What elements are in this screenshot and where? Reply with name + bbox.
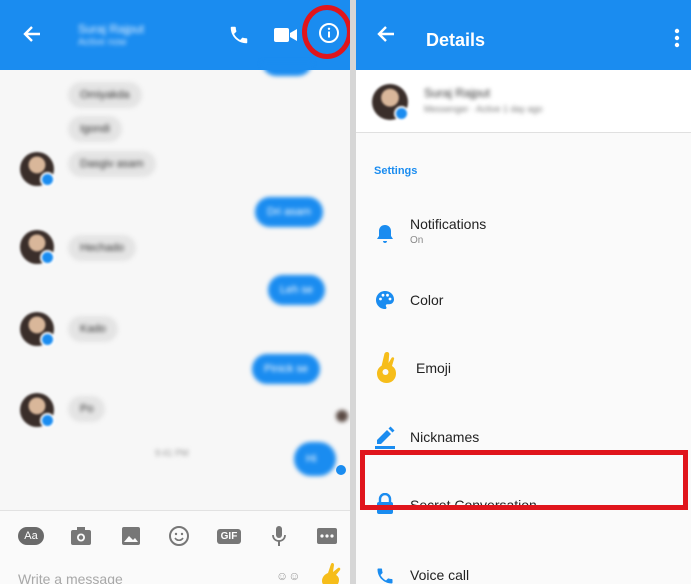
message-bubble: Pinick se — [252, 354, 321, 384]
message-bubble: Hi — [294, 442, 336, 476]
contact-avatar — [20, 230, 55, 265]
secret-conversation-highlight-box — [360, 450, 688, 510]
more-options-icon[interactable] — [314, 523, 340, 549]
message-bubble: Dri asam — [255, 197, 324, 227]
overflow-menu-icon[interactable] — [674, 28, 680, 53]
contact-avatar — [20, 393, 55, 428]
color-label: Color — [410, 292, 444, 308]
voice-call-row[interactable]: Voice call — [356, 545, 691, 584]
bell-icon — [372, 221, 398, 247]
emoji-label: Emoji — [416, 360, 452, 376]
pencil-icon — [372, 424, 398, 450]
message-bubble: Kado — [68, 316, 118, 342]
sticker-icon[interactable]: ☺☺ — [276, 569, 301, 583]
info-highlight-circle — [302, 5, 350, 59]
microphone-icon[interactable] — [266, 523, 292, 549]
conversation-app-bar: Suraj Rajput Active now — [0, 0, 350, 70]
delivered-indicator — [336, 465, 346, 475]
contact-name: Suraj Rajput — [78, 22, 145, 36]
contact-avatar — [20, 312, 55, 347]
profile-name: Suraj Rajput — [424, 86, 491, 100]
phone-icon — [372, 563, 398, 584]
message-bubble: Po — [68, 396, 106, 422]
message-bubble: Omiyakda — [68, 82, 142, 108]
details-app-bar: Details — [356, 0, 691, 70]
emoji-row[interactable]: Emoji — [356, 338, 691, 398]
ok-hand-icon — [372, 350, 402, 384]
message-bubble: Igondi — [68, 116, 122, 142]
contact-status: Active now — [78, 37, 127, 48]
voice-call-label: Voice call — [410, 567, 470, 583]
camera-icon[interactable] — [68, 523, 94, 549]
contact-title[interactable]: Suraj Rajput Active now — [78, 22, 144, 50]
profile-subtitle: Messenger · Active 1 day ago — [424, 104, 543, 114]
message-timestamp: 9:41 PM — [155, 448, 189, 458]
message-bubble: Dasgiv asam — [68, 151, 156, 177]
notifications-label: Notifications — [410, 216, 487, 232]
profile-avatar — [372, 84, 409, 121]
quick-emoji-button[interactable] — [318, 562, 344, 584]
emoji-icon[interactable] — [166, 523, 192, 549]
conversation-panel: Suraj Rajput Active now Omiyakda Igondi … — [0, 0, 350, 584]
notifications-row[interactable]: Notifications On — [356, 205, 691, 265]
back-arrow-icon[interactable] — [376, 24, 396, 49]
phone-icon[interactable] — [228, 24, 250, 51]
profile-header[interactable]: Suraj Rajput Messenger · Active 1 day ag… — [356, 70, 691, 133]
nicknames-label: Nicknames — [410, 429, 480, 445]
message-input[interactable]: Write a message — [18, 571, 123, 584]
details-panel: Details Suraj Rajput Messenger · Active … — [356, 0, 691, 584]
back-arrow-icon[interactable] — [22, 24, 42, 49]
notifications-status: On — [410, 235, 424, 246]
message-bubble: Hechado — [68, 235, 137, 261]
message-list: Omiyakda Igondi Dasgiv asam Dri asam Hec… — [0, 62, 350, 510]
text-style-button[interactable]: Aa — [18, 523, 44, 549]
palette-icon — [372, 287, 398, 313]
details-title: Details — [426, 30, 486, 50]
image-icon[interactable] — [118, 523, 144, 549]
message-composer: Aa GIF Write a message ☺☺ — [0, 510, 350, 584]
message-bubble: Leh se — [268, 275, 326, 305]
seen-avatar — [336, 410, 348, 422]
video-call-icon[interactable] — [274, 27, 298, 48]
settings-section-label: Settings — [374, 165, 418, 177]
contact-avatar — [20, 152, 55, 187]
previous-message-bubble — [262, 62, 312, 76]
color-row[interactable]: Color — [356, 270, 691, 330]
gif-button[interactable]: GIF — [216, 523, 242, 549]
